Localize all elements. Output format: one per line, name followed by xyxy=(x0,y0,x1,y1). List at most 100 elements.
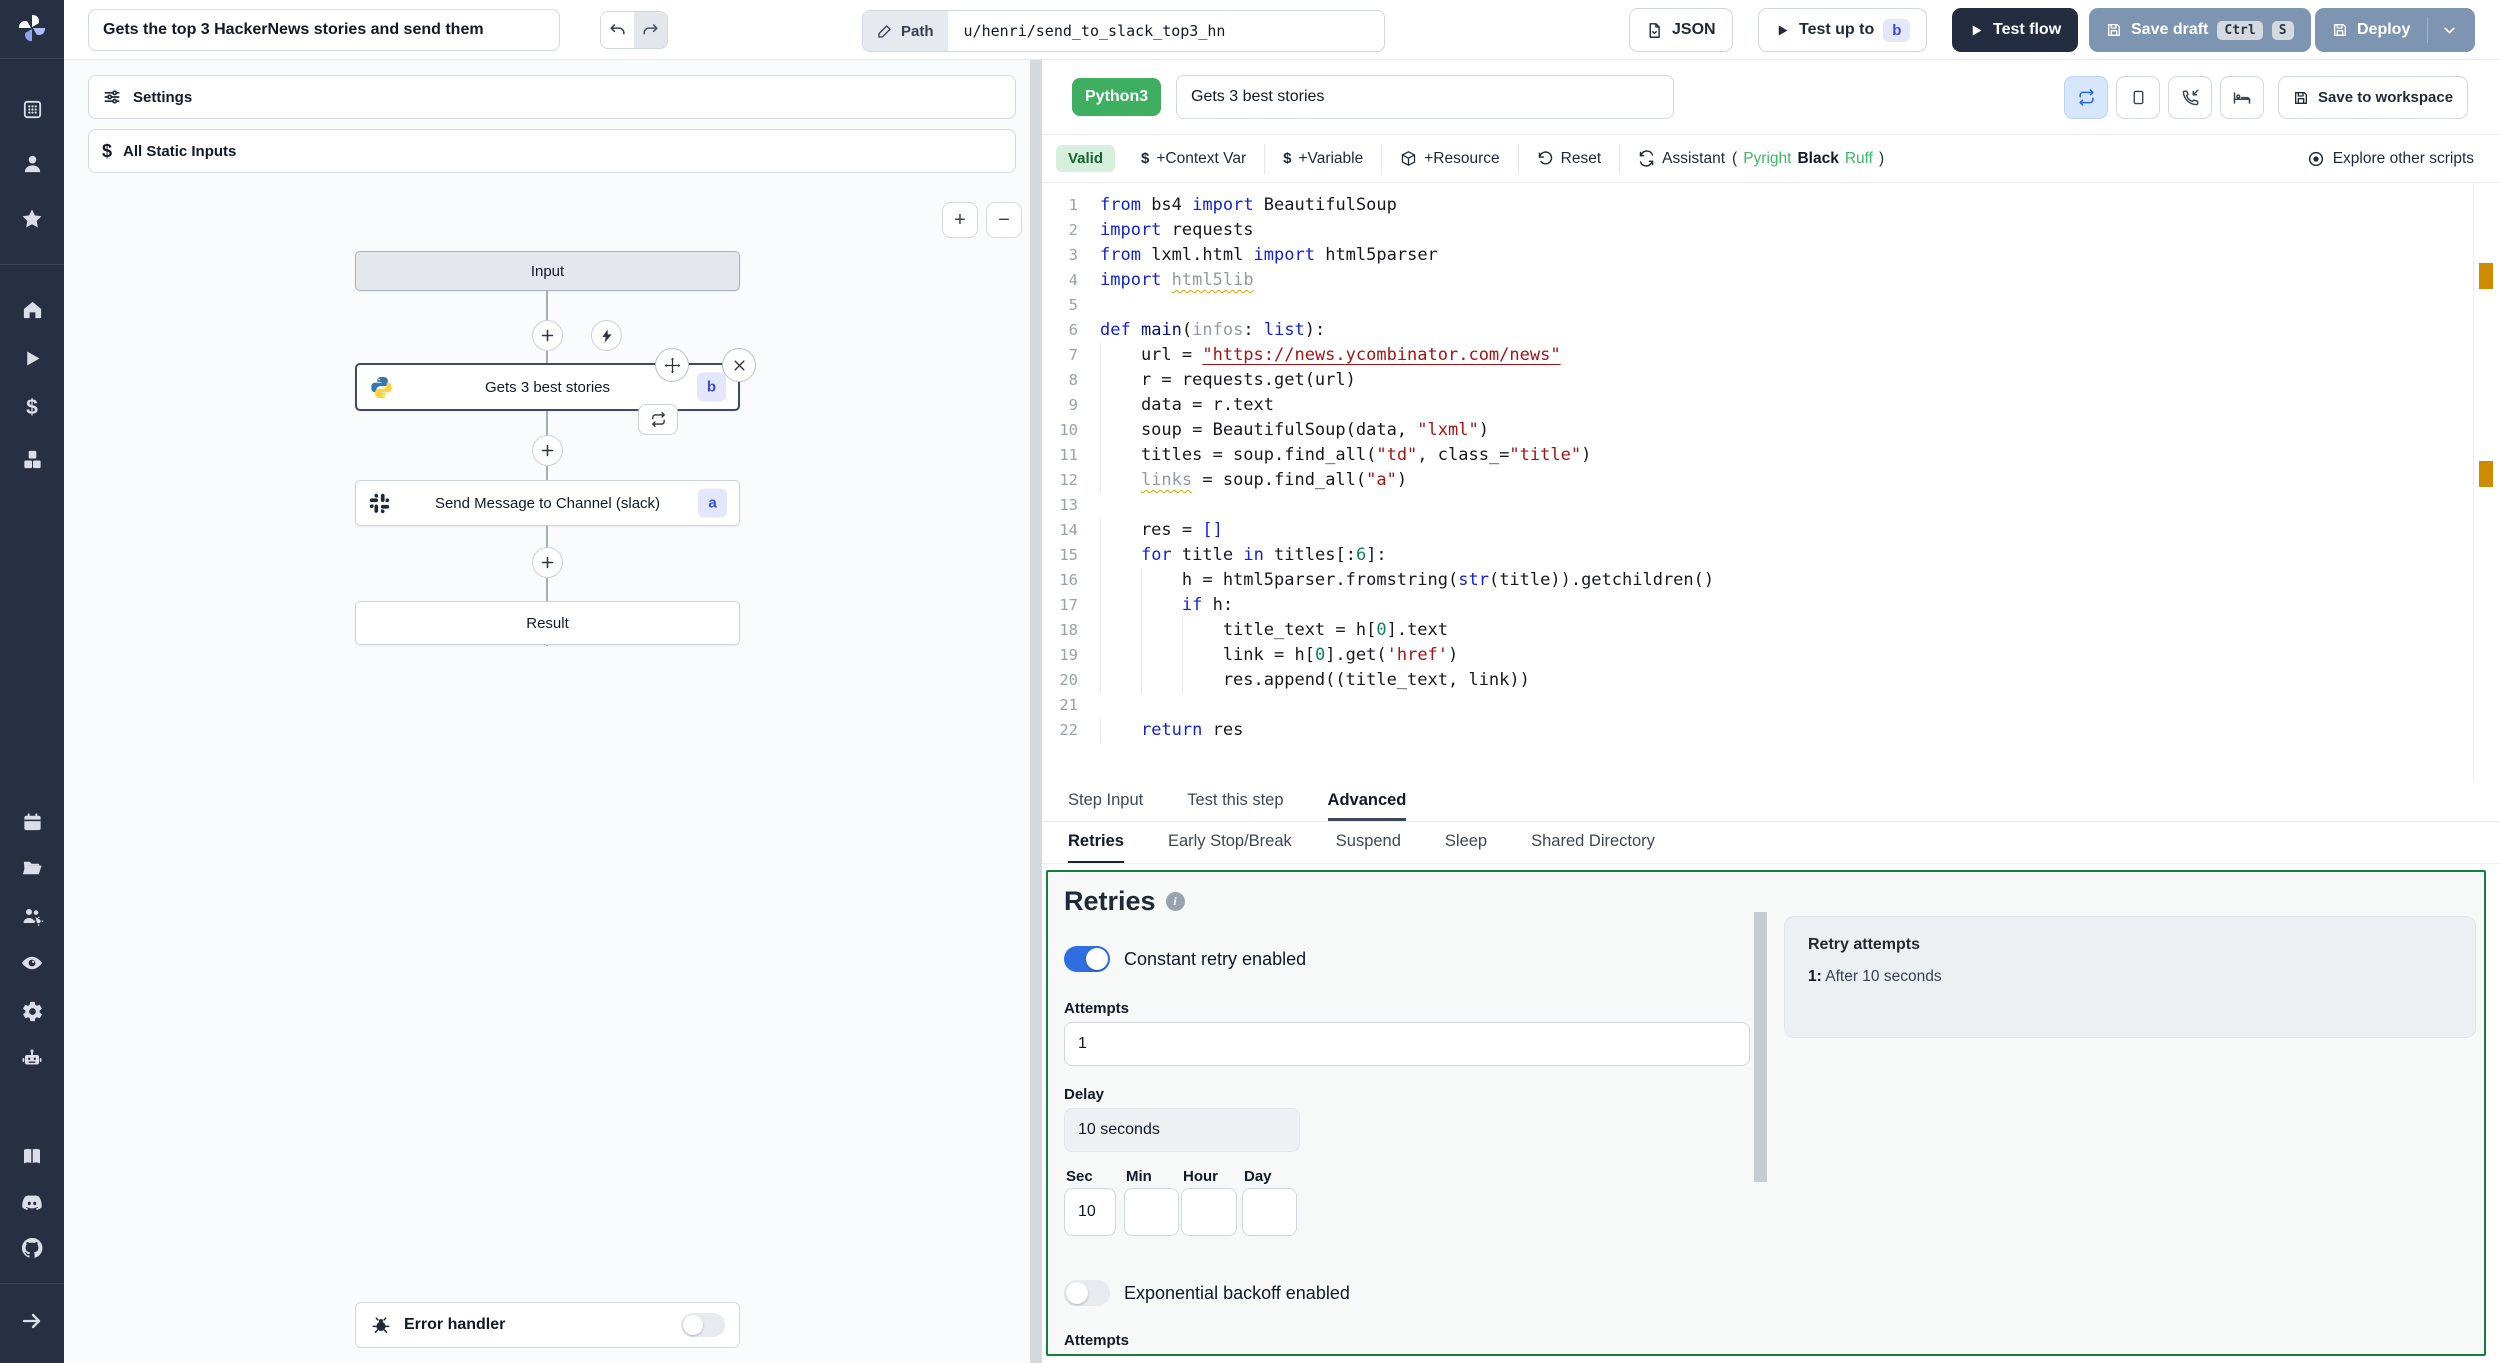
retries-heading-text: Retries xyxy=(1064,886,1156,916)
subtab-shared-directory[interactable]: Shared Directory xyxy=(1531,822,1655,863)
day-label: Day xyxy=(1244,1168,1272,1185)
step-b-retry-indicator[interactable] xyxy=(638,404,678,435)
sec-input[interactable] xyxy=(1064,1188,1116,1236)
undo-icon xyxy=(610,23,625,34)
sidebar-divider xyxy=(0,58,64,59)
flow-title-input[interactable] xyxy=(88,9,560,51)
settings-gear-icon[interactable] xyxy=(16,995,48,1027)
day-input[interactable] xyxy=(1242,1188,1297,1236)
subtab-sleep[interactable]: Sleep xyxy=(1445,822,1487,863)
step-a-id-badge: a xyxy=(698,488,727,518)
hour-label: Hour xyxy=(1183,1168,1218,1185)
code-editor[interactable]: 1 from bs4 import BeautifulSoup 2 import re… xyxy=(1042,183,2500,782)
delay-input xyxy=(1064,1108,1300,1152)
all-static-inputs-button[interactable]: $ All Static Inputs xyxy=(88,129,1016,173)
early-stop-setting-button[interactable] xyxy=(2116,76,2160,119)
expand-sidebar-arrow-icon[interactable] xyxy=(16,1305,48,1337)
delete-step-button[interactable] xyxy=(722,348,756,382)
validity-badge: Valid xyxy=(1056,145,1116,172)
subtab-suspend[interactable]: Suspend xyxy=(1336,822,1401,863)
ai-robot-icon[interactable] xyxy=(16,1042,48,1074)
test-up-to-label: Test up to xyxy=(1799,21,1875,38)
chevron-down-icon[interactable] xyxy=(2441,22,2458,39)
plus-icon xyxy=(541,556,554,569)
undo-button[interactable] xyxy=(601,12,634,48)
home-icon[interactable] xyxy=(16,293,48,325)
test-up-to-step-badge: b xyxy=(1883,18,1911,42)
add-resource-button[interactable]: +Resource xyxy=(1382,143,1519,174)
variables-dollar-icon[interactable]: $ xyxy=(16,392,48,424)
hour-input[interactable] xyxy=(1181,1188,1237,1236)
suspend-setting-button[interactable] xyxy=(2168,76,2212,119)
audit-eye-icon[interactable] xyxy=(16,947,48,979)
tab-step-input[interactable]: Step Input xyxy=(1068,782,1143,821)
bug-icon xyxy=(372,1317,390,1333)
flow-settings-button[interactable]: Settings xyxy=(88,75,1016,119)
attempts-input[interactable] xyxy=(1064,1022,1750,1066)
delay-label: Delay xyxy=(1064,1086,1105,1103)
json-label: JSON xyxy=(1672,21,1716,38)
save-to-workspace-button[interactable]: Save to workspace xyxy=(2278,76,2469,119)
deploy-button[interactable]: Deploy xyxy=(2315,8,2476,52)
path-chip[interactable]: Path xyxy=(863,11,948,51)
folders-icon[interactable] xyxy=(16,852,48,884)
favorites-star-icon[interactable] xyxy=(16,203,48,235)
dollar-icon: $ xyxy=(102,140,113,161)
info-icon[interactable]: i xyxy=(1165,892,1185,911)
resources-boxes-icon[interactable] xyxy=(16,443,48,475)
flow-node-result[interactable]: Result xyxy=(355,601,740,645)
repeat-icon xyxy=(2078,89,2094,106)
tab-advanced[interactable]: Advanced xyxy=(1327,782,1407,821)
script-editor-panel: Python3 Save to workspace Valid $ +Conte… xyxy=(1042,60,2500,1363)
panel-resize-divider[interactable] xyxy=(1030,60,1042,1363)
subtab-early-stop[interactable]: Early Stop/Break xyxy=(1168,822,1292,863)
constant-retry-toggle[interactable] xyxy=(1064,946,1110,972)
insert-step-button[interactable] xyxy=(532,320,563,351)
play-icon xyxy=(1778,25,1788,35)
flow-node-step-a[interactable]: Send Message to Channel (slack) a xyxy=(355,480,740,526)
test-flow-button[interactable]: Test flow xyxy=(1952,8,2079,52)
retry-setting-button[interactable] xyxy=(2064,76,2108,119)
json-button[interactable]: JSON xyxy=(1629,8,1733,52)
workspace-icon[interactable] xyxy=(16,93,48,125)
groups-users-gear-icon[interactable] xyxy=(16,900,48,932)
insert-step-button[interactable] xyxy=(532,435,563,466)
tab-test-this-step[interactable]: Test this step xyxy=(1187,782,1283,821)
add-variable-button[interactable]: $ +Variable xyxy=(1265,143,1383,174)
min-input[interactable] xyxy=(1124,1188,1179,1236)
path-field[interactable]: Path u/henri/send_to_slack_top3_hn xyxy=(862,10,1385,52)
github-icon[interactable] xyxy=(16,1232,48,1264)
insert-step-button[interactable] xyxy=(532,547,563,578)
error-handler-toggle[interactable] xyxy=(681,1313,725,1337)
zoom-in-button[interactable]: + xyxy=(942,202,978,238)
step-summary-input[interactable] xyxy=(1176,75,1674,119)
docs-book-icon[interactable] xyxy=(16,1141,48,1173)
save-to-workspace-label: Save to workspace xyxy=(2318,89,2454,106)
retries-scrollbar[interactable] xyxy=(1754,912,1767,1182)
add-context-var-button[interactable]: $ +Context Var xyxy=(1123,143,1266,174)
error-handler-node[interactable]: Error handler xyxy=(355,1302,740,1348)
save-draft-button[interactable]: Save draft Ctrl S xyxy=(2089,8,2311,52)
step-tabs: Step Input Test this step Advanced xyxy=(1042,782,2500,822)
windmill-logo-icon[interactable] xyxy=(16,12,48,44)
min-label: Min xyxy=(1126,1168,1152,1185)
flow-node-input[interactable]: Input xyxy=(355,251,740,291)
reset-button[interactable]: Reset xyxy=(1519,143,1621,174)
redo-button[interactable] xyxy=(634,12,667,48)
exponential-backoff-toggle[interactable] xyxy=(1064,1280,1110,1306)
move-step-button[interactable] xyxy=(655,348,689,382)
zoom-out-button[interactable]: − xyxy=(986,202,1022,238)
user-icon[interactable] xyxy=(16,147,48,179)
assistant-status[interactable]: Assistant (Pyright Black Ruff) xyxy=(1620,144,1902,174)
dollar-icon: $ xyxy=(1283,150,1292,167)
runs-play-icon[interactable] xyxy=(16,342,48,374)
schedules-calendar-icon[interactable] xyxy=(16,806,48,838)
trigger-lightning-button[interactable] xyxy=(591,320,622,351)
flow-node-step-b-label: Gets 3 best stories xyxy=(484,378,611,396)
discord-icon[interactable] xyxy=(16,1187,48,1219)
subtab-retries[interactable]: Retries xyxy=(1068,822,1124,863)
sleep-setting-button[interactable] xyxy=(2220,76,2264,119)
test-up-to-button[interactable]: Test up to b xyxy=(1758,8,1928,52)
overview-ruler[interactable] xyxy=(2473,183,2500,782)
explore-other-scripts-button[interactable]: Explore other scripts xyxy=(2307,150,2474,168)
